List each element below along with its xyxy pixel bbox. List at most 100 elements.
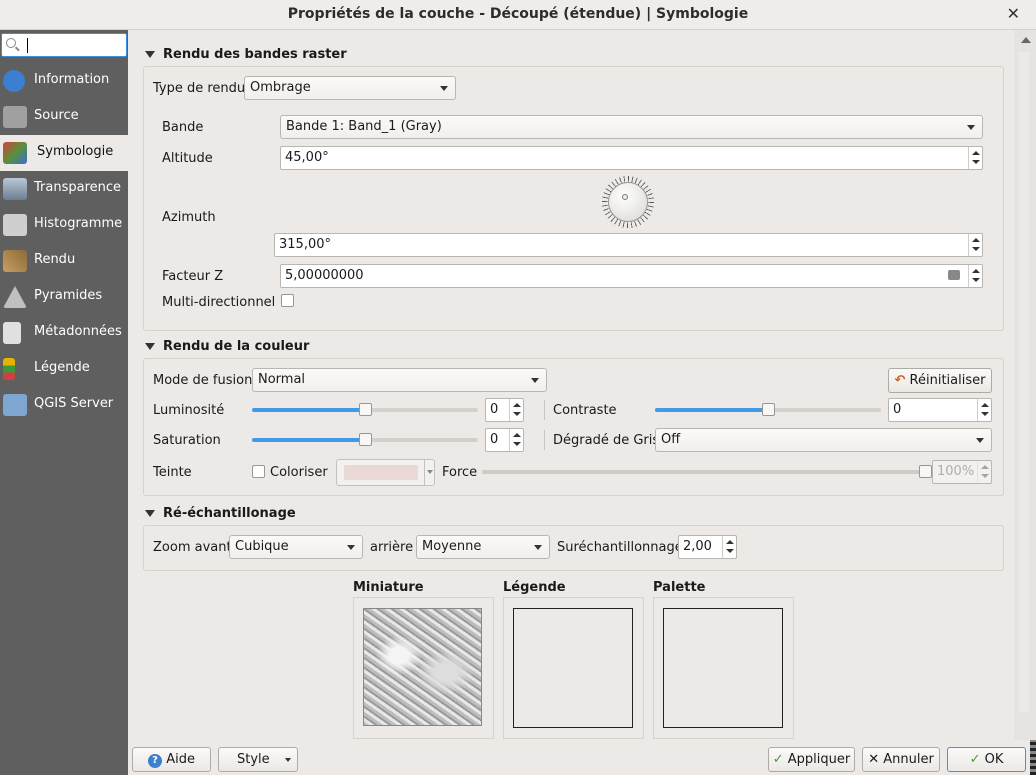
title-bar: Propriétés de la couche - Découpé (étend…	[0, 0, 1036, 30]
sidebar: Information Source Symbologie Transparen…	[0, 30, 128, 775]
spin-arrows-icon[interactable]	[509, 399, 523, 421]
slider-handle[interactable]	[919, 465, 932, 478]
altitude-label: Altitude	[162, 151, 213, 166]
slider-fill	[252, 408, 365, 412]
divider	[424, 460, 425, 485]
sidebar-item-source[interactable]: Source	[0, 99, 128, 135]
divider	[544, 430, 545, 450]
pyramid-icon	[3, 286, 27, 308]
slider-handle[interactable]	[762, 403, 775, 416]
render-type-value: Ombrage	[250, 80, 311, 95]
zoom-out-select[interactable]: Moyenne	[416, 535, 550, 559]
reset-button-label: Réinitialiser	[909, 373, 986, 388]
search-input[interactable]	[1, 33, 127, 57]
color-picker-button[interactable]	[336, 459, 435, 486]
spin-arrows-icon[interactable]	[968, 147, 982, 169]
cancel-button[interactable]: ✕ Annuler	[862, 747, 940, 772]
sidebar-item-rendu[interactable]: Rendu	[0, 243, 128, 279]
oversampling-spinbox[interactable]: 2,00	[678, 535, 737, 559]
sidebar-item-label: Métadonnées	[34, 324, 122, 339]
colorize-checkbox[interactable]	[252, 465, 265, 478]
collapse-icon[interactable]	[145, 343, 155, 350]
contrast-slider[interactable]	[655, 402, 881, 418]
altitude-value: 45,00°	[285, 150, 329, 165]
grayscale-value: Off	[661, 432, 681, 447]
altitude-spinbox[interactable]: 45,00°	[280, 146, 983, 170]
sidebar-item-legende[interactable]: Légende	[0, 351, 128, 387]
undo-icon: ↶	[894, 373, 906, 388]
brightness-spinbox[interactable]: 0	[485, 398, 524, 422]
zfactor-value: 5,00000000	[285, 268, 364, 283]
cancel-button-label: Annuler	[883, 752, 934, 767]
zfactor-label: Facteur Z	[162, 269, 224, 284]
server-icon	[3, 394, 27, 416]
section-title: Rendu de la couleur	[163, 339, 310, 354]
check-icon: ✓	[969, 752, 981, 767]
chevron-down-icon	[347, 545, 355, 550]
section-header-resampling[interactable]: Ré-échantillonage	[145, 506, 296, 521]
scrollbar-thumb[interactable]	[1019, 52, 1029, 712]
legend-icon	[3, 358, 15, 380]
oversampling-value: 2,00	[683, 539, 712, 554]
saturation-slider[interactable]	[252, 432, 478, 448]
close-icon[interactable]: ✕	[1007, 4, 1020, 23]
scroll-up-icon[interactable]	[1021, 37, 1031, 43]
slider-handle[interactable]	[359, 433, 372, 446]
spin-arrows-icon[interactable]	[509, 429, 523, 451]
brightness-slider[interactable]	[252, 402, 478, 418]
spin-arrows-icon[interactable]	[977, 461, 991, 483]
vertical-scrollbar[interactable]	[1014, 30, 1036, 742]
style-button[interactable]: Style	[218, 747, 298, 772]
section-title: Ré-échantillonage	[163, 506, 296, 521]
ok-button[interactable]: ✓ OK	[947, 747, 1026, 772]
saturation-spinbox[interactable]: 0	[485, 428, 524, 452]
spin-arrows-icon[interactable]	[977, 399, 991, 421]
paintbrush-icon	[3, 142, 27, 164]
dial-knob[interactable]	[608, 182, 648, 222]
raster-render-group	[143, 66, 1004, 331]
sidebar-item-metadonnees[interactable]: Métadonnées	[0, 315, 128, 351]
grayscale-select[interactable]: Off	[655, 428, 992, 452]
multidirectional-checkbox[interactable]	[281, 294, 294, 307]
slider-handle[interactable]	[359, 403, 372, 416]
reset-button[interactable]: ↶ Réinitialiser	[888, 368, 992, 393]
azimuth-spinbox[interactable]: 315,00°	[274, 233, 983, 257]
oversampling-label: Suréchantillonnage	[557, 540, 683, 555]
zoom-in-select[interactable]: Cubique	[229, 535, 363, 559]
brightness-value: 0	[490, 402, 499, 417]
spin-arrows-icon[interactable]	[968, 234, 982, 256]
collapse-icon[interactable]	[145, 510, 155, 517]
render-type-select[interactable]: Ombrage	[244, 76, 456, 100]
spin-arrows-icon[interactable]	[722, 536, 736, 558]
slider-fill	[252, 438, 365, 442]
clear-icon[interactable]	[948, 270, 960, 280]
chevron-down-icon	[534, 545, 542, 550]
transparency-icon	[3, 178, 27, 200]
section-header-raster-render[interactable]: Rendu des bandes raster	[145, 47, 347, 62]
sidebar-item-transparence[interactable]: Transparence	[0, 171, 128, 207]
help-button-label: Aide	[166, 752, 195, 767]
strength-slider[interactable]	[482, 464, 932, 480]
check-icon: ✓	[772, 752, 784, 767]
strength-spinbox[interactable]: 100%	[932, 460, 992, 484]
help-icon: ?	[148, 754, 163, 768]
section-header-color-render[interactable]: Rendu de la couleur	[145, 339, 310, 354]
blend-mode-select[interactable]: Normal	[252, 368, 547, 392]
collapse-icon[interactable]	[145, 51, 155, 58]
sidebar-item-pyramides[interactable]: Pyramides	[0, 279, 128, 315]
contrast-spinbox[interactable]: 0	[888, 398, 992, 422]
sidebar-item-label: QGIS Server	[34, 396, 114, 411]
wrench-icon	[3, 106, 27, 128]
histogram-icon	[3, 214, 27, 236]
band-select[interactable]: Bande 1: Band_1 (Gray)	[280, 115, 983, 139]
sidebar-item-symbologie[interactable]: Symbologie	[0, 135, 128, 171]
sidebar-item-histogramme[interactable]: Histogramme	[0, 207, 128, 243]
zfactor-spinbox[interactable]: 5,00000000	[280, 264, 983, 288]
sidebar-item-information[interactable]: Information	[0, 63, 128, 99]
colorize-label: Coloriser	[270, 465, 328, 480]
help-button[interactable]: ? Aide	[132, 747, 211, 772]
spin-arrows-icon[interactable]	[968, 265, 982, 287]
apply-button[interactable]: ✓ Appliquer	[768, 747, 855, 772]
sidebar-item-qgis-server[interactable]: QGIS Server	[0, 387, 128, 423]
azimuth-dial[interactable]	[602, 176, 654, 228]
